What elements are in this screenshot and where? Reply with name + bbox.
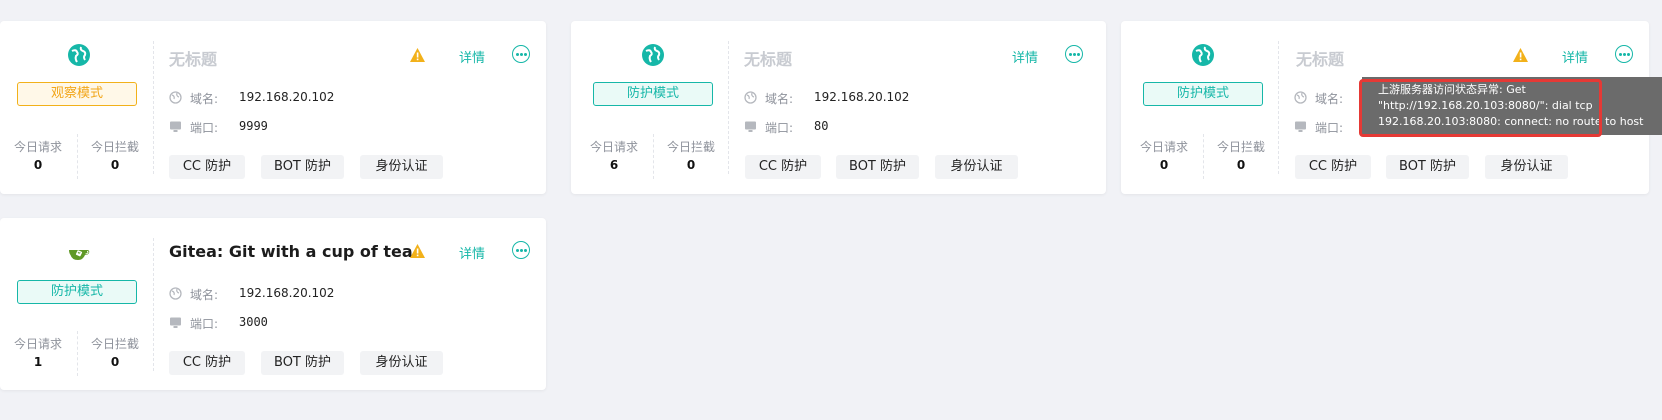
domain-label: 域名: xyxy=(1315,92,1344,106)
site-card: 观察模式 今日请求 0 今日拦截 0 无标题 详情 域名: 192.168.20… xyxy=(0,21,546,194)
globe-outline-icon xyxy=(169,287,182,300)
today-requests-label: 今日请求 xyxy=(1139,140,1188,154)
mode-badge: 观察模式 xyxy=(17,82,137,106)
tooltip-line: 192.168.20.103:8080: connect: no route t… xyxy=(1378,115,1644,128)
mode-badge: 防护模式 xyxy=(593,82,713,106)
port-label: 端口: xyxy=(1315,121,1344,135)
port-label: 端口: xyxy=(190,121,219,135)
port-value: 3000 xyxy=(239,315,268,329)
warning-icon[interactable] xyxy=(409,47,426,63)
tag-cc[interactable]: CC 防护 xyxy=(745,155,821,179)
more-options-icon[interactable] xyxy=(1615,45,1633,63)
tooltip-line: 上游服务器访问状态异常: Get xyxy=(1378,83,1526,96)
today-blocked-label: 今日拦截 xyxy=(666,140,715,154)
card-divider xyxy=(153,41,154,174)
tag-bot[interactable]: BOT 防护 xyxy=(1386,155,1469,179)
site-title: 无标题 xyxy=(169,50,218,69)
domain-value: 192.168.20.102 xyxy=(239,90,335,104)
mode-badge: 防护模式 xyxy=(17,280,137,304)
warning-icon[interactable] xyxy=(409,243,426,259)
port-label: 端口: xyxy=(190,317,219,331)
today-blocked-label: 今日拦截 xyxy=(90,140,139,154)
today-blocked-value: 0 xyxy=(110,158,120,172)
today-blocked-label: 今日拦截 xyxy=(1216,140,1265,154)
monitor-icon xyxy=(1295,121,1306,132)
tag-auth[interactable]: 身份认证 xyxy=(935,155,1018,179)
details-link[interactable]: 详情 xyxy=(459,47,485,66)
domain-value: 192.168.20.102 xyxy=(814,90,910,104)
details-link[interactable]: 详情 xyxy=(1012,47,1038,66)
site-card: 防护模式 今日请求 6 今日拦截 0 无标题 详情 域名: 192.168.20… xyxy=(571,21,1106,194)
today-blocked-label: 今日拦截 xyxy=(90,337,139,351)
teacup-icon xyxy=(69,250,90,260)
globe-icon xyxy=(642,44,664,66)
globe-outline-icon xyxy=(169,91,182,104)
globe-outline-icon xyxy=(744,91,757,104)
site-title: Gitea: Git with a cup of tea xyxy=(169,242,413,261)
site-title: 无标题 xyxy=(744,50,793,69)
tag-cc[interactable]: CC 防护 xyxy=(169,351,245,375)
today-blocked-value: 0 xyxy=(1236,158,1246,172)
port-value: 9999 xyxy=(239,119,268,133)
today-requests-label: 今日请求 xyxy=(13,337,62,351)
tag-bot[interactable]: BOT 防护 xyxy=(261,351,344,375)
monitor-icon xyxy=(170,121,181,132)
domain-value: 192.168.20.102 xyxy=(239,286,335,300)
globe-icon xyxy=(1192,44,1214,66)
domain-label: 域名: xyxy=(190,92,219,106)
card-divider xyxy=(1278,41,1279,174)
tag-bot[interactable]: BOT 防护 xyxy=(261,155,344,179)
site-title: 无标题 xyxy=(1296,50,1345,69)
globe-outline-icon xyxy=(1294,91,1307,104)
tag-cc[interactable]: CC 防护 xyxy=(1295,155,1371,179)
tooltip-line: "http://192.168.20.103:8080/": dial tcp xyxy=(1378,99,1593,112)
tag-auth[interactable]: 身份认证 xyxy=(360,155,443,179)
card-divider xyxy=(153,238,154,371)
today-blocked-value: 0 xyxy=(686,158,696,172)
more-options-icon[interactable] xyxy=(512,241,530,259)
today-requests-value: 0 xyxy=(33,158,43,172)
more-options-icon[interactable] xyxy=(1065,45,1083,63)
tag-bot[interactable]: BOT 防护 xyxy=(836,155,919,179)
port-label: 端口: xyxy=(765,121,794,135)
mode-badge: 防护模式 xyxy=(1143,82,1263,106)
today-requests-label: 今日请求 xyxy=(589,140,638,154)
details-link[interactable]: 详情 xyxy=(459,243,485,262)
globe-icon xyxy=(68,44,90,66)
more-options-icon[interactable] xyxy=(512,45,530,63)
site-card: 防护模式 今日请求 1 今日拦截 0 Gitea: Git with a cup… xyxy=(0,218,546,390)
today-requests-value: 6 xyxy=(609,158,619,172)
today-blocked-value: 0 xyxy=(110,355,120,369)
monitor-icon xyxy=(745,121,756,132)
card-divider xyxy=(728,41,729,174)
warning-icon[interactable] xyxy=(1512,47,1529,63)
port-value: 80 xyxy=(814,119,829,133)
today-requests-label: 今日请求 xyxy=(13,140,62,154)
details-link[interactable]: 详情 xyxy=(1562,47,1588,66)
upstream-error-tooltip: 上游服务器访问状态异常: Get "http://192.168.20.103:… xyxy=(1362,77,1662,135)
domain-label: 域名: xyxy=(190,288,219,302)
tag-cc[interactable]: CC 防护 xyxy=(169,155,245,179)
domain-label: 域名: xyxy=(765,92,794,106)
tag-auth[interactable]: 身份认证 xyxy=(360,351,443,375)
tag-auth[interactable]: 身份认证 xyxy=(1485,155,1568,179)
today-requests-value: 0 xyxy=(1159,158,1169,172)
monitor-icon xyxy=(170,317,181,328)
today-requests-value: 1 xyxy=(33,355,43,369)
